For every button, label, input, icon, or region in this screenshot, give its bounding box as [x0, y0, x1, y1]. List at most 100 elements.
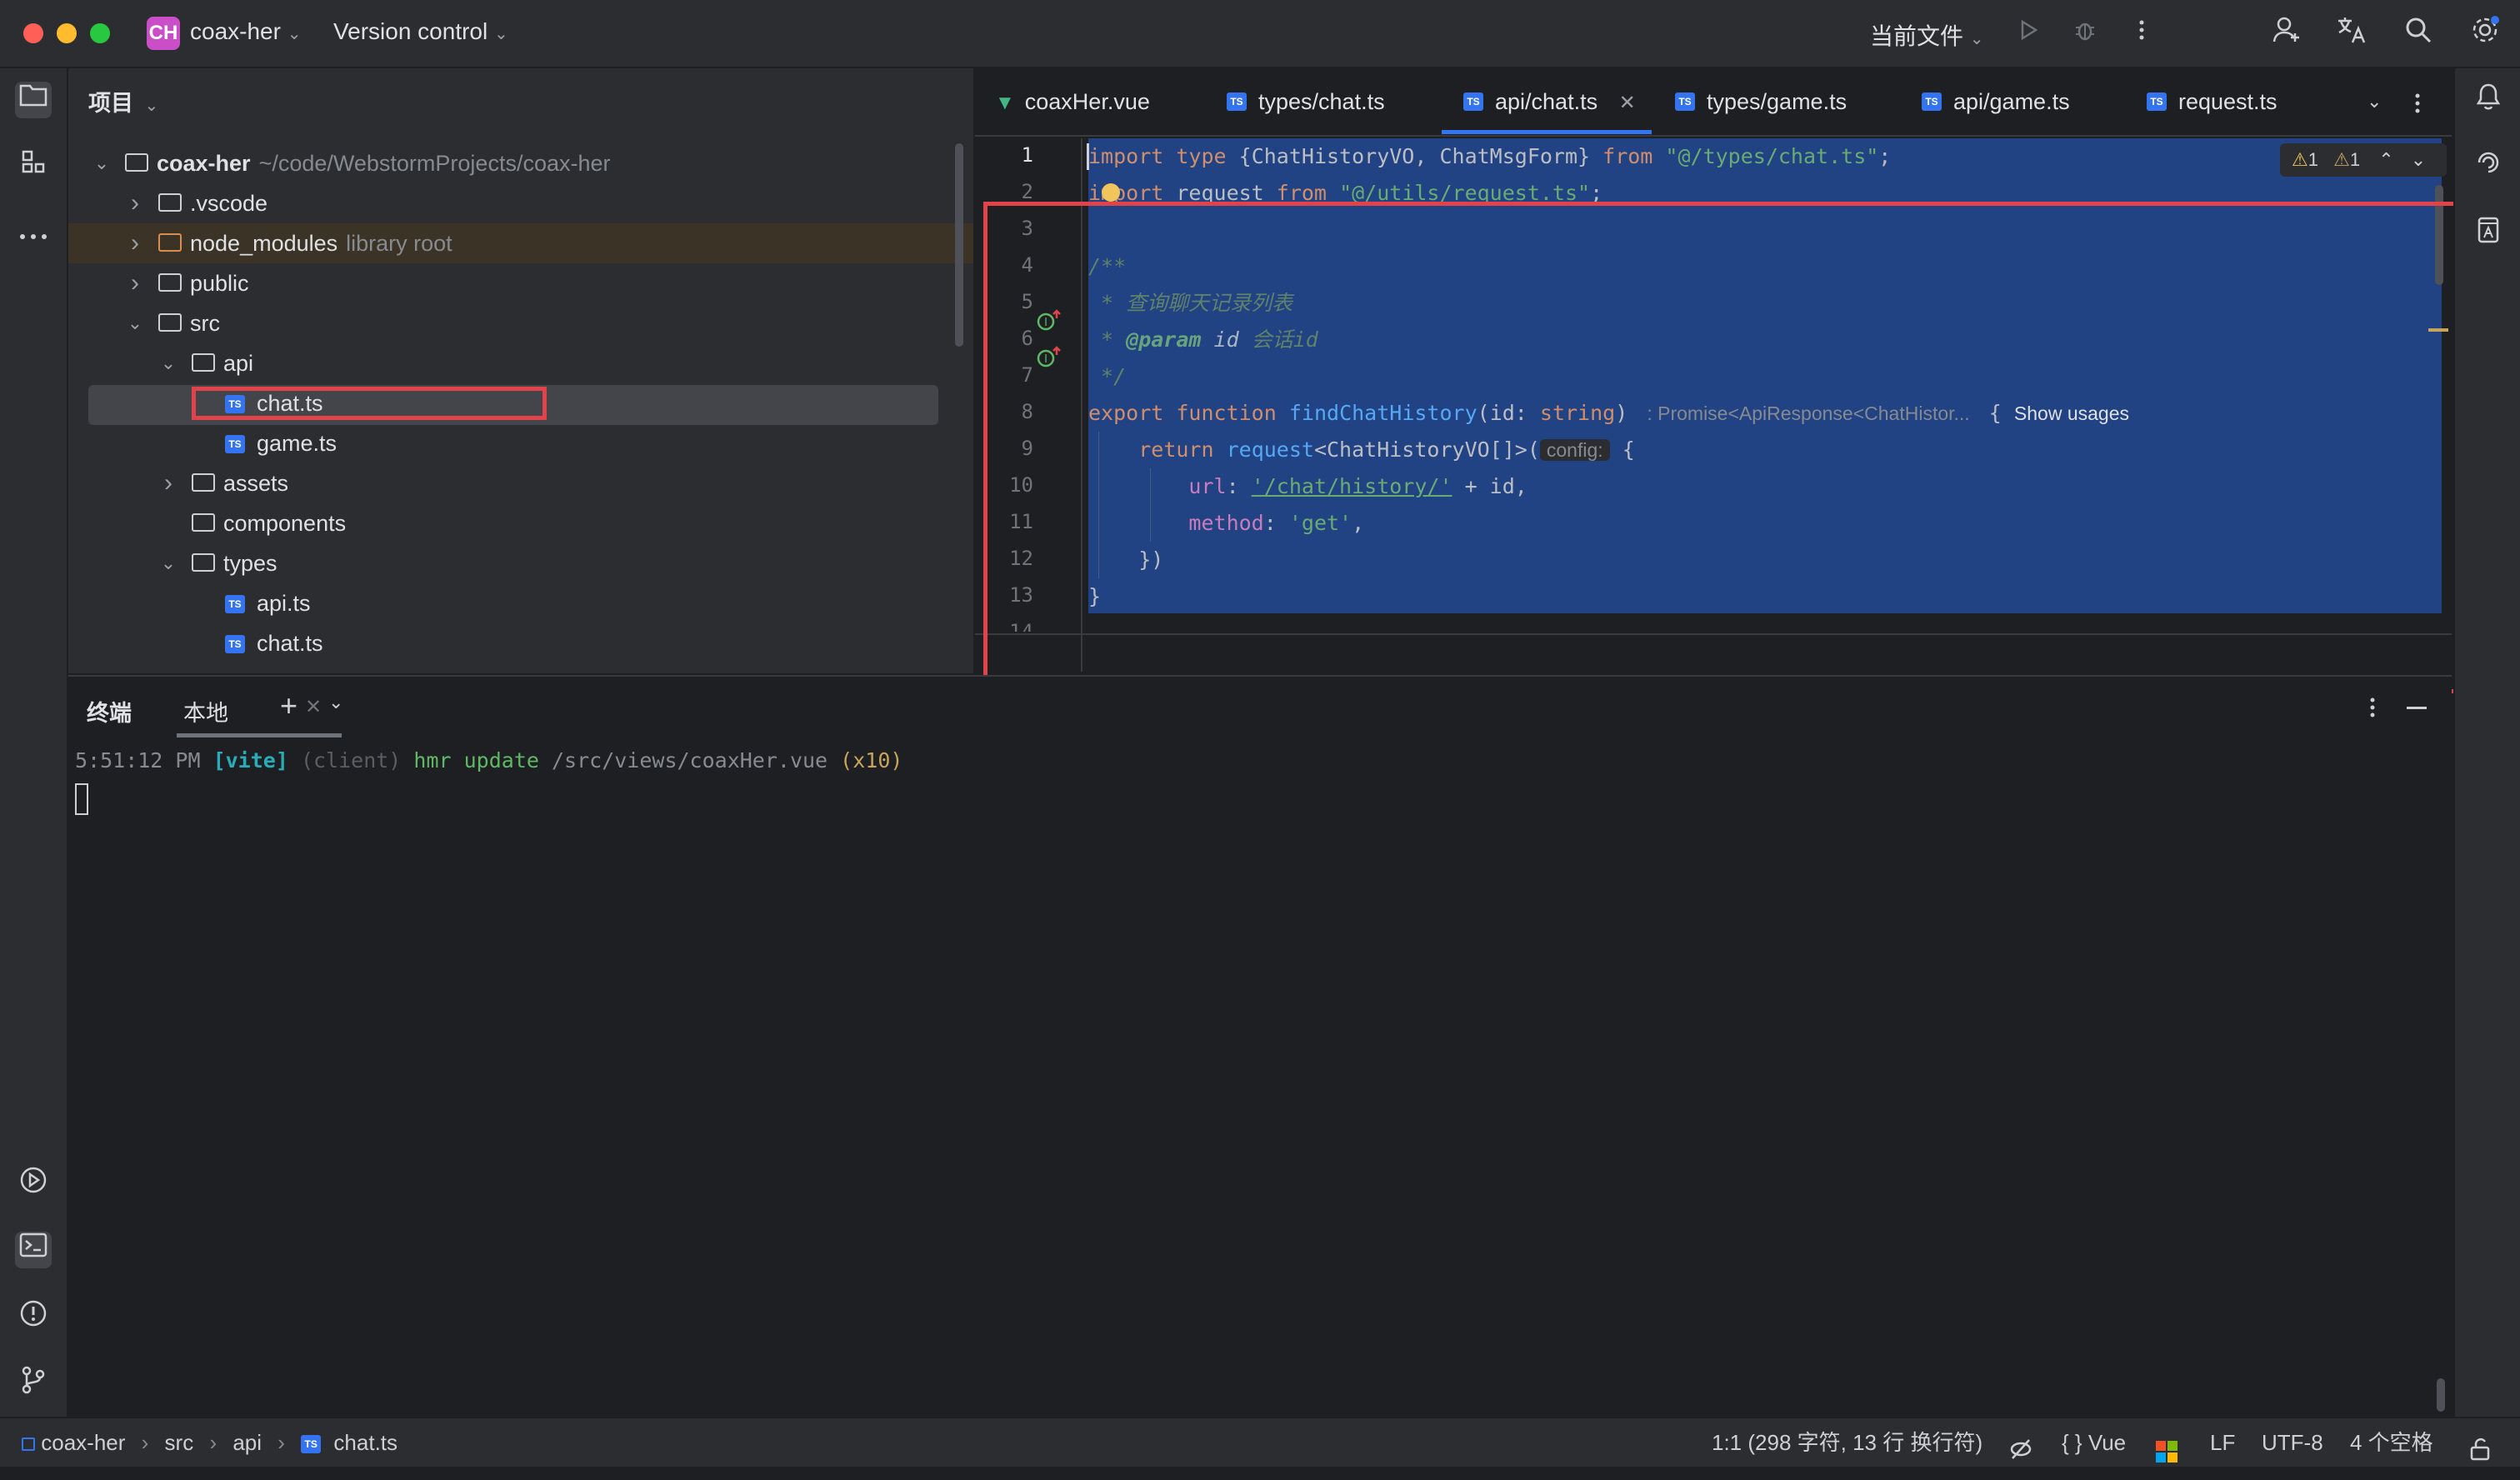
right-tool-strip: [2453, 68, 2520, 1417]
file-type[interactable]: { } Vue: [2062, 1418, 2126, 1467]
terminal-scrollbar[interactable]: [2437, 1378, 2445, 1412]
tree-item-components[interactable]: components: [68, 503, 973, 543]
windows-icon[interactable]: [2155, 1432, 2178, 1480]
module-icon: [22, 1438, 35, 1452]
new-tab-icon[interactable]: +: [280, 688, 298, 723]
database-icon[interactable]: [2470, 215, 2507, 252]
chevron-down-icon[interactable]: ⌄: [125, 303, 145, 343]
terminal-icon[interactable]: [15, 1232, 52, 1268]
run-config-dropdown[interactable]: 当前文件 ⌄: [1870, 18, 1984, 52]
code-text: {ChatHistoryVO, ChatMsgForm}: [1226, 144, 1603, 168]
chevron-right-icon: ›: [278, 1430, 285, 1455]
tree-item-api[interactable]: ⌄ api: [68, 343, 973, 383]
typescript-icon: TS: [225, 435, 245, 453]
breadcrumb-item[interactable]: coax-her: [41, 1430, 125, 1455]
tree-item-text: node_modules library root: [190, 223, 452, 263]
vue-icon: ▼: [995, 92, 1015, 114]
project-badge[interactable]: CH: [147, 17, 180, 50]
tab-types-game-ts[interactable]: TS types/game.ts: [1675, 68, 1847, 135]
tree-item-node-modules[interactable]: › node_modules library root: [68, 223, 973, 263]
tree-item-text: api: [223, 343, 262, 383]
typescript-icon: TS: [301, 1435, 322, 1454]
folder-icon[interactable]: [15, 82, 52, 118]
version-control-dropdown[interactable]: Version control ⌄: [333, 18, 508, 45]
indent-setting[interactable]: 4 个空格: [2350, 1418, 2433, 1467]
tree-item-text: game.ts: [257, 423, 345, 463]
settings-icon[interactable]: [2467, 15, 2503, 52]
tab-types-chat-ts[interactable]: TS types/chat.ts: [1227, 68, 1385, 135]
translate-icon[interactable]: [2333, 15, 2370, 52]
breadcrumb-item[interactable]: chat.ts: [333, 1430, 398, 1455]
more-icon[interactable]: [2123, 15, 2160, 52]
close-tab-icon[interactable]: ✕: [1619, 92, 1636, 114]
folder-icon: [125, 153, 148, 172]
more-tools-icon[interactable]: [15, 215, 52, 252]
chevron-down-icon: ⌄: [1969, 30, 1984, 48]
terminal-tab-local[interactable]: 本地 ✕: [177, 677, 342, 738]
run-icon[interactable]: [2010, 15, 2047, 52]
chevron-down-icon[interactable]: ⌄: [92, 143, 112, 183]
lightbulb-icon[interactable]: [1102, 183, 1120, 202]
tab-request-ts[interactable]: TS request.ts: [2147, 68, 2278, 135]
project-panel-header[interactable]: 项目 ⌄: [88, 85, 158, 118]
tree-item-public[interactable]: › public: [68, 263, 973, 303]
typescript-icon: TS: [1675, 92, 1695, 111]
tree-item-api-ts[interactable]: TS api.ts: [68, 583, 973, 623]
git-icon[interactable]: [15, 1365, 52, 1402]
zoom-window-button[interactable]: [90, 23, 110, 43]
add-user-icon[interactable]: [2268, 15, 2305, 52]
lock-icon[interactable]: [2468, 1430, 2492, 1478]
chevron-right-icon[interactable]: ›: [125, 263, 145, 303]
tree-item-text: types: [223, 543, 286, 583]
code-line-1[interactable]: import type {ChatHistoryVO, ChatMsgForm}…: [1088, 138, 2442, 175]
tree-item-assets[interactable]: › assets: [68, 463, 973, 503]
line-number[interactable]: 1: [983, 143, 1033, 167]
terminal-more-icon[interactable]: [2368, 695, 2377, 724]
tree-item--vscode[interactable]: › .vscode: [68, 183, 973, 223]
caret-position[interactable]: 1:1 (298 字符, 13 行 换行符): [1712, 1418, 1982, 1467]
code-text: ;: [1878, 144, 1892, 168]
tree-item-label: components: [223, 511, 347, 536]
minimize-window-button[interactable]: [57, 23, 77, 43]
title-bar: CH coax-her ⌄ Version control ⌄ 当前文件 ⌄: [0, 0, 2520, 68]
tab-more-icon[interactable]: [2413, 68, 2422, 135]
terminal-cursor[interactable]: [75, 783, 88, 815]
close-window-button[interactable]: [23, 23, 43, 43]
tab-list-chevron-icon[interactable]: ⌄: [2367, 68, 2382, 135]
structure-icon[interactable]: [15, 148, 52, 185]
chevron-down-icon[interactable]: ⌄: [158, 343, 178, 383]
minimize-panel-icon[interactable]: [2407, 707, 2427, 709]
chevron-right-icon[interactable]: ›: [158, 463, 178, 503]
close-tab-icon[interactable]: ✕: [305, 695, 322, 719]
tab-api-game-ts[interactable]: TS api/game.ts: [1922, 68, 2070, 135]
project-scrollbar[interactable]: [955, 143, 963, 347]
problems-icon[interactable]: [15, 1298, 52, 1335]
breadcrumb-item[interactable]: api: [232, 1430, 262, 1455]
line-number[interactable]: 2: [983, 180, 1033, 203]
no-power-save-icon[interactable]: [2008, 1430, 2033, 1478]
tab-api-chat-ts[interactable]: TS api/chat.ts ✕: [1463, 68, 1636, 135]
line-separator[interactable]: LF: [2210, 1418, 2235, 1467]
vite-tag: [vite]: [212, 748, 288, 772]
tree-item-src[interactable]: ⌄ src: [68, 303, 973, 343]
tab-coaxher-vue[interactable]: ▼ coaxHer.vue: [995, 68, 1150, 135]
tree-item-text: assets: [223, 463, 297, 503]
breadcrumb-item[interactable]: src: [165, 1430, 194, 1455]
ai-assistant-icon[interactable]: [2470, 148, 2507, 185]
services-icon[interactable]: [15, 1165, 52, 1202]
file-encoding[interactable]: UTF-8: [2262, 1418, 2323, 1467]
project-name-dropdown[interactable]: coax-her ⌄: [190, 18, 301, 45]
chevron-right-icon[interactable]: ›: [125, 183, 145, 223]
search-icon[interactable]: [2400, 15, 2437, 52]
chevron-down-icon[interactable]: ⌄: [328, 692, 343, 713]
tree-item-coax-her[interactable]: ⌄ coax-her ~/code/WebstormProjects/coax-he…: [68, 143, 973, 183]
tree-item-types[interactable]: ⌄ types: [68, 543, 973, 583]
chevron-down-icon[interactable]: ⌄: [158, 543, 178, 583]
tab-label: request.ts: [2178, 89, 2278, 114]
debug-icon[interactable]: [2067, 15, 2103, 52]
chevron-right-icon[interactable]: ›: [125, 223, 145, 263]
tree-item-chat-ts[interactable]: TS chat.ts: [68, 623, 973, 663]
text-cursor: [1087, 143, 1089, 170]
notifications-icon[interactable]: [2470, 82, 2507, 118]
tree-item-game-ts[interactable]: TS game.ts: [68, 423, 973, 463]
